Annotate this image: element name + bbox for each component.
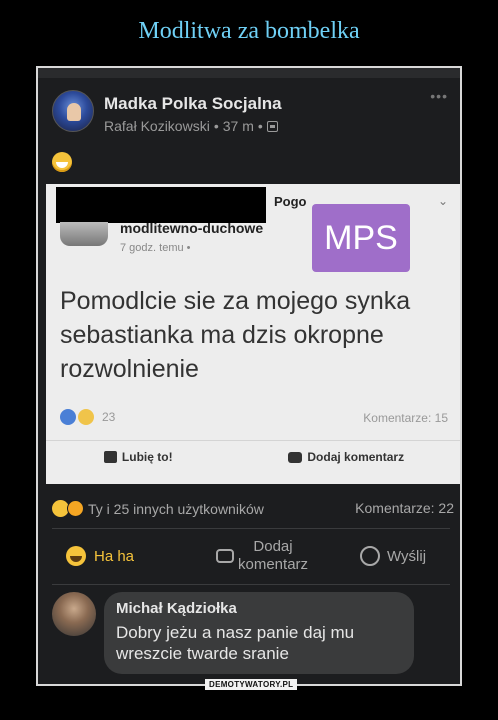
haha-button[interactable]: Ha ha [66,546,134,566]
comment-text: Dobry jeżu a nasz panie daj mu wreszcie … [116,623,355,663]
meta-separator: • [257,118,263,134]
more-options-icon[interactable]: ••• [430,88,448,104]
divider [52,528,450,529]
comment-label-line1: Dodaj [253,538,293,555]
post-actions: Ha ha Dodaj komentarz Wyślij [38,538,460,582]
comment-button[interactable]: Dodaj komentarz [216,538,308,574]
embedded-post-time: 7 godz. temu • [120,242,191,254]
haha-icon [66,546,86,566]
embedded-comment-label: Dodaj komentarz [307,450,405,464]
reaction-summary[interactable]: Ty i 25 innych użytkowników [52,500,264,517]
comment-bubble: Michał Kądziołka Dobry jeżu a nasz panie… [104,592,414,674]
audience-icon [266,120,278,132]
comment-icon [288,452,303,463]
commenter-avatar[interactable] [52,592,96,636]
embedded-post-text: Pomodlcie sie za mojego synka sebastiank… [60,287,411,383]
reaction-summary-text: Ty i 25 innych użytkowników [88,500,264,517]
post-time[interactable]: 37 m [223,118,254,134]
comments-count[interactable]: Komentarze: 22 [355,500,454,516]
embedded-screenshot: Pogo ⌄ modlitewno-duchowe 7 godz. temu •… [46,184,460,484]
haha-label: Ha ha [94,547,135,565]
page-avatar[interactable] [52,90,94,132]
send-button[interactable]: Wyślij [360,546,426,566]
meta-separator: • [213,118,219,134]
page-name[interactable]: Madka Polka Socjalna [104,94,282,114]
embedded-like-button: Lubię to! [103,450,173,464]
wow-reaction-icon [67,500,84,517]
embedded-page-name: modlitewno-duchowe [120,220,264,236]
thumbs-up-icon [103,451,117,463]
embedded-comments-count: Komentarze: 15 [363,411,448,425]
comment-author[interactable]: Michał Kądziołka [116,600,237,617]
embedded-comment-button: Dodaj komentarz [288,450,404,464]
embedded-reaction-count: 23 [102,410,116,424]
embedded-divider [46,440,460,441]
embedded-like-label: Lubię to! [121,450,173,464]
comment-label: Dodaj komentarz [238,538,308,574]
facebook-post-screenshot: Madka Polka Socjalna Rafał Kozikowski • … [36,66,462,686]
poster-title: Modlitwa za bombelka [138,18,360,44]
messenger-icon [360,546,380,566]
comment-label-line2: komentarz [238,556,309,573]
post-meta: Rafał Kozikowski • 37 m • [104,118,278,134]
censor-bar [56,187,266,223]
embedded-reactions: 23 [60,409,115,425]
embedded-avatar [60,222,108,246]
mps-badge: MPS [312,204,410,272]
sad-reaction-icon [78,409,94,425]
chevron-down-icon: ⌄ [437,194,448,208]
like-reaction-icon [60,409,76,425]
comment-icon [216,549,234,563]
post-author[interactable]: Rafał Kozikowski [104,118,210,134]
send-label: Wyślij [387,547,427,565]
embedded-pogo-text: Pogo [274,194,307,209]
site-watermark: DEMOTYWATORY.PL [205,679,298,690]
divider [52,584,450,585]
grin-emoji-icon [52,152,72,172]
top-bar [38,68,460,78]
embedded-actions: Lubię to! Dodaj komentarz [46,450,460,464]
